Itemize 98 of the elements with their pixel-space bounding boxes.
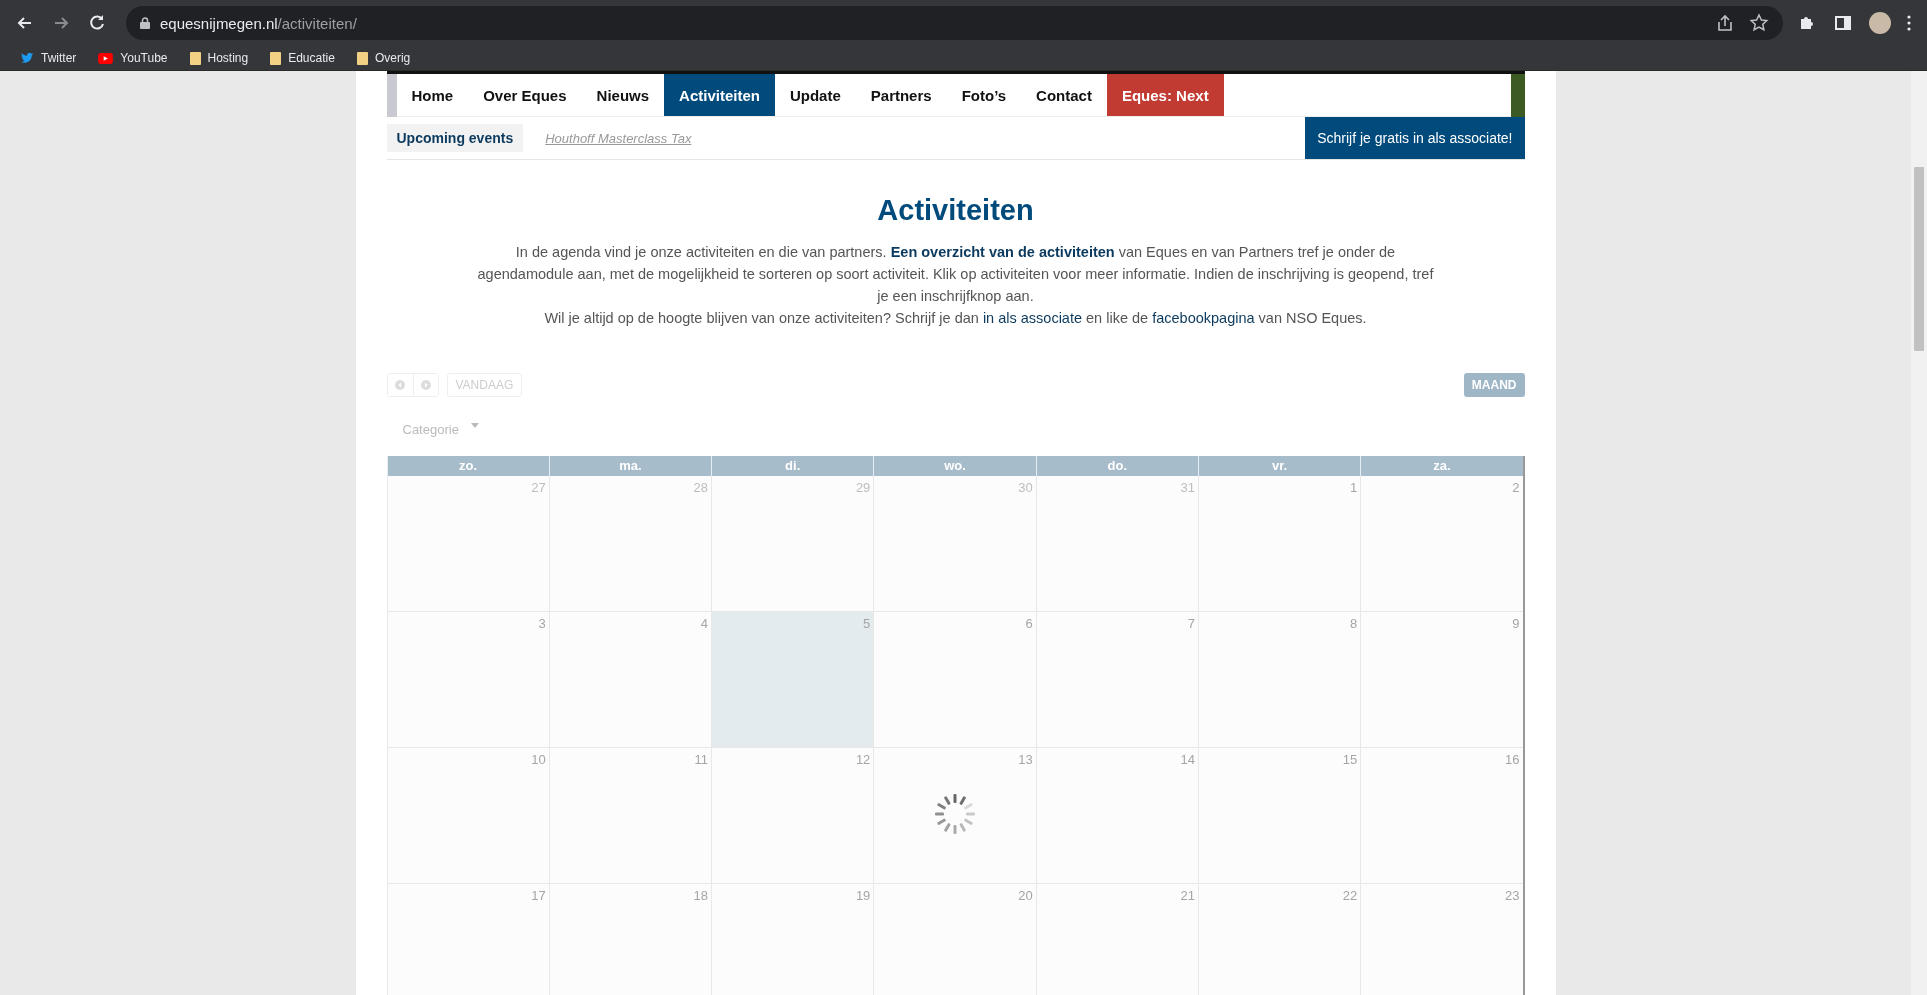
day-cell[interactable]: 4 xyxy=(548,612,712,748)
day-number: 12 xyxy=(855,751,872,767)
bookmark-link[interactable]: Overig xyxy=(374,51,411,65)
play-icon xyxy=(98,52,114,64)
day-number: 21 xyxy=(1180,887,1196,903)
day-number: 2 xyxy=(1512,479,1521,495)
intro-paragraph: Wil je altijd op de hoogte blijven van onze activiteiten? Schrijf je dan in als associate en like de facebookpagina van NSO Eques. xyxy=(543,309,1368,328)
day-cell[interactable]: 9 xyxy=(1360,612,1523,748)
day-cell[interactable]: 20 xyxy=(873,884,1036,995)
avatar[interactable] xyxy=(1869,12,1891,34)
day-cell[interactable]: 11 xyxy=(548,748,712,884)
day-cell[interactable]: 16 xyxy=(1360,748,1523,884)
text-link[interactable]: in als associate xyxy=(982,310,1082,326)
day-number: 28 xyxy=(693,479,710,495)
side-panel-icon[interactable] xyxy=(1833,13,1853,33)
left-arrow-circle-icon xyxy=(395,380,405,390)
reload-icon[interactable] xyxy=(87,13,107,33)
day-number: 27 xyxy=(531,479,547,495)
day-number: 29 xyxy=(855,479,872,495)
menu-icon[interactable] xyxy=(1907,15,1911,31)
day-cell[interactable]: 2 xyxy=(1360,476,1523,612)
day-number: 18 xyxy=(693,887,710,903)
address-bar[interactable]: equesnijmegen.nl/activiteiten/ xyxy=(126,6,1783,40)
folder-icon xyxy=(189,51,201,65)
bookmark-link[interactable]: YouTube xyxy=(120,51,168,65)
nav-tab[interactable]: Foto’s xyxy=(946,74,1022,116)
day-number: 5 xyxy=(863,615,872,631)
day-cell[interactable]: 31 xyxy=(1035,476,1198,612)
day-number: 16 xyxy=(1505,751,1521,767)
day-cell[interactable]: 12 xyxy=(711,748,874,884)
day-cell[interactable]: 8 xyxy=(1197,612,1361,748)
activities-link[interactable]: Een overzicht van de activiteiten xyxy=(890,244,1115,260)
day-number: 20 xyxy=(1018,887,1034,903)
text-link[interactable]: facebookpagina xyxy=(1152,310,1255,326)
day-cell[interactable]: 5 xyxy=(711,612,874,748)
bird-icon xyxy=(20,51,34,65)
folder-icon xyxy=(270,51,282,65)
day-number: 31 xyxy=(1180,479,1196,495)
month-view-button[interactable]: MAAND xyxy=(1463,373,1525,397)
day-number: 14 xyxy=(1180,751,1196,767)
nav-tab[interactable]: Over Eques xyxy=(468,74,582,116)
day-cell[interactable]: 15 xyxy=(1197,748,1361,884)
upcoming-events-label: Upcoming events xyxy=(386,124,524,152)
day-number: 19 xyxy=(855,887,872,903)
day-number: 11 xyxy=(694,751,710,767)
bookmark-link[interactable]: Twitter xyxy=(41,51,77,65)
day-number: 13 xyxy=(1018,751,1034,767)
day-number: 8 xyxy=(1349,615,1359,631)
nav-tab[interactable]: Nieuws xyxy=(581,74,665,116)
folder-icon xyxy=(356,51,368,65)
day-number: 23 xyxy=(1505,887,1521,903)
lock-icon xyxy=(140,17,150,29)
day-number: 4 xyxy=(700,615,710,631)
signup-button[interactable]: Schrijf je gratis in als associate! xyxy=(1305,117,1525,159)
header-image-edge xyxy=(386,74,397,117)
day-number: 6 xyxy=(1025,615,1034,631)
day-cell[interactable]: 13 xyxy=(873,748,1036,884)
nav-tab[interactable]: Home xyxy=(396,74,469,116)
day-number: 15 xyxy=(1342,751,1359,767)
nav-tab[interactable]: Contact xyxy=(1021,74,1107,116)
day-number: 1 xyxy=(1349,479,1359,495)
caret-icon xyxy=(470,422,479,428)
bookmark-link[interactable]: Educatie xyxy=(288,51,335,65)
right-arrow-circle-icon xyxy=(420,380,431,390)
nav-tab[interactable]: Eques: Next xyxy=(1106,74,1224,116)
intro-paragraph: In de agenda vind je onze activiteiten en die van partners. Een overzicht van de activiteiten van Eques en van Partners tref je onder de agendamodule aan, met de mogelijkheid te sorteren op soort activiteit. Klik op activiteiten voor meer informatie. Indien de inschrijving is geopend, tref je een inschrijfknop aan. xyxy=(476,243,1435,306)
scrollbar-thumb[interactable] xyxy=(1914,167,1924,351)
share-icon[interactable] xyxy=(1715,13,1735,33)
event-link[interactable]: Houthoff Masterclass Tax xyxy=(545,130,692,146)
star-icon[interactable] xyxy=(1749,13,1769,33)
day-number: 10 xyxy=(531,751,547,767)
nav-tab[interactable]: Update xyxy=(774,74,856,116)
url-host: equesnijmegen.nl xyxy=(160,14,278,32)
nav-tab[interactable]: Activiteiten xyxy=(664,74,775,116)
bookmark-link[interactable]: Hosting xyxy=(207,51,249,65)
day-number: 30 xyxy=(1018,479,1034,495)
day-cell[interactable]: 29 xyxy=(711,476,874,612)
day-cell[interactable]: 10 xyxy=(386,748,549,884)
day-number: 17 xyxy=(531,887,547,903)
day-cell[interactable]: 14 xyxy=(1035,748,1198,884)
day-number: 9 xyxy=(1512,615,1521,631)
url-path: /activiteiten/ xyxy=(277,14,357,32)
day-cell[interactable]: 27 xyxy=(386,476,549,612)
day-cell[interactable]: 1 xyxy=(1197,476,1361,612)
day-number: 3 xyxy=(538,615,547,631)
page-title: Activiteiten xyxy=(876,194,1035,227)
loading-spinner-icon xyxy=(933,792,977,836)
day-number: 7 xyxy=(1187,615,1196,631)
day-cell[interactable]: 3 xyxy=(386,612,549,748)
day-cell[interactable]: 30 xyxy=(873,476,1036,612)
day-cell[interactable]: 28 xyxy=(548,476,712,612)
day-cell[interactable]: 21 xyxy=(1035,884,1198,995)
day-cell[interactable]: 7 xyxy=(1035,612,1198,748)
day-cell[interactable]: 17 xyxy=(386,884,549,995)
day-number: 22 xyxy=(1342,887,1359,903)
day-cell[interactable]: 6 xyxy=(873,612,1036,748)
category-dropdown[interactable]: Categorie xyxy=(402,411,479,447)
nav-tab[interactable]: Partners xyxy=(855,74,947,116)
